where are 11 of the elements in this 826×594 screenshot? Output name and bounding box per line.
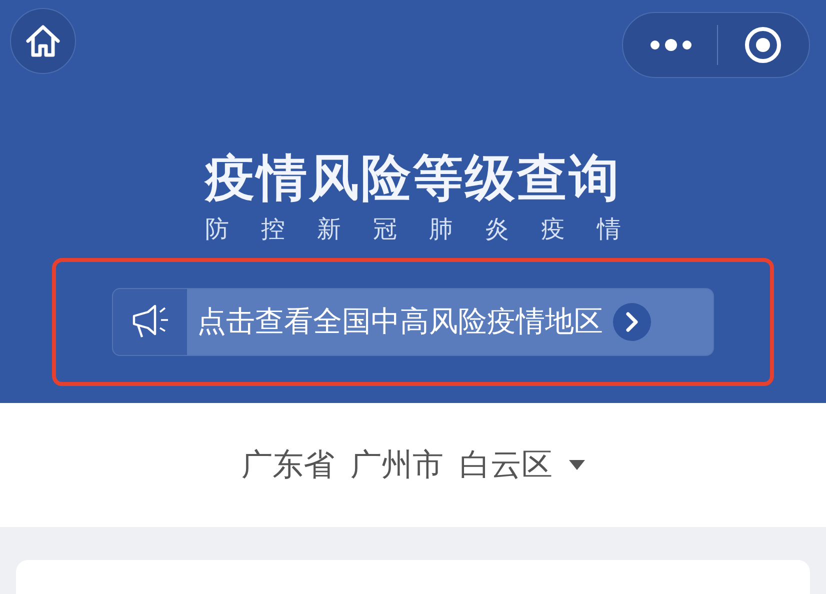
more-icon[interactable] [649,38,694,52]
page-subtitle: 防控新冠肺炎疫情 [205,214,653,244]
page-title: 疫情风险等级查询 [205,148,621,208]
chevron-right-icon [613,303,651,341]
notice-banner[interactable]: 点击查看全国中高风险疫情地区 [112,288,714,356]
dropdown-caret-icon[interactable] [568,460,584,470]
location-text[interactable]: 白云区 [460,444,552,486]
location-text[interactable]: 广东省 [242,444,334,486]
home-icon [24,22,62,60]
close-icon[interactable] [742,25,783,65]
location-text[interactable]: 广州市 [350,444,444,486]
